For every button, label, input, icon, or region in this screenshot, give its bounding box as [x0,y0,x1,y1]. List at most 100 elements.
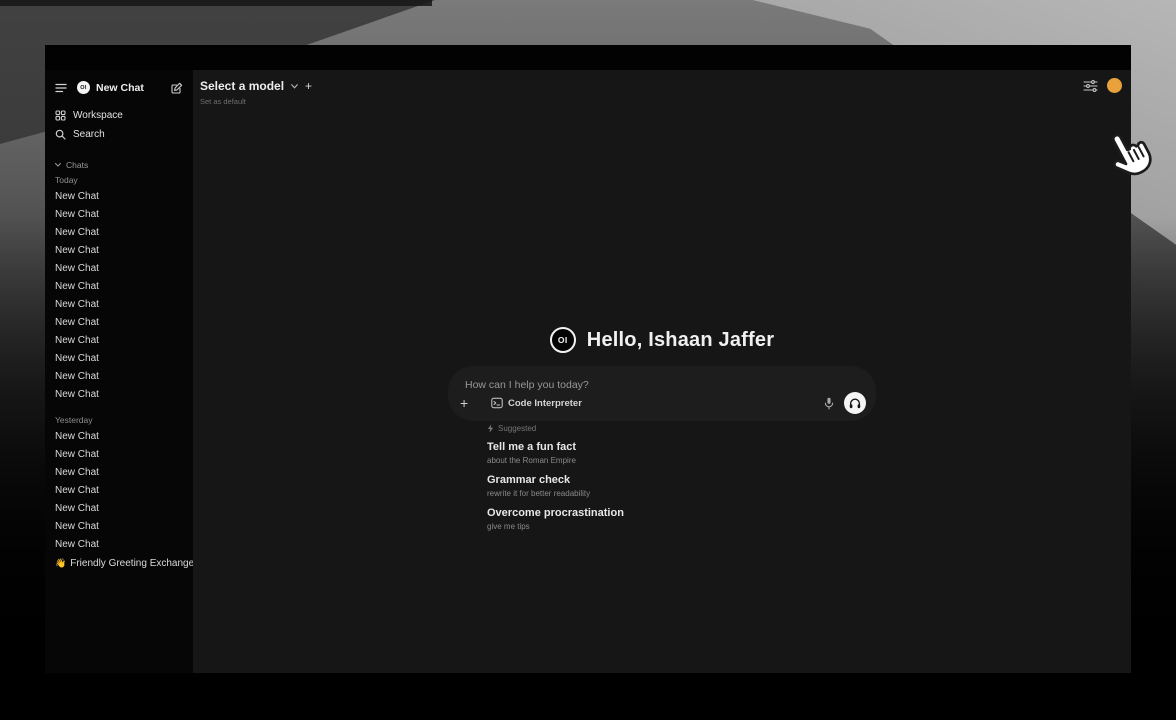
bolt-icon [487,424,494,433]
sidebar-toggle-icon[interactable] [55,83,67,93]
chat-item-label: New Chat [55,485,99,496]
suggested-prompt-subtitle: about the Roman Empire [487,456,847,465]
chat-item[interactable]: New Chat [55,350,183,368]
chat-group-yesterday: Yesterday New Chat New Chat New Chat New… [55,412,183,554]
chat-item-label: New Chat [55,353,99,364]
chat-item-label: New Chat [55,227,99,238]
chat-item-label: New Chat [55,521,99,532]
sidebar-title: New Chat [96,82,144,94]
new-chat-icon[interactable] [171,82,183,94]
attach-button[interactable]: + [460,396,474,410]
chat-item[interactable]: New Chat [55,314,183,332]
chat-item-label: New Chat [55,245,99,256]
suggested-prompt-title: Overcome procrastination [487,507,847,520]
chat-group-label: Today [55,172,183,188]
greeting-block: OI Hello, Ishaan Jaffer [193,327,1131,353]
wave-emoji-icon: 👋 [55,558,66,569]
chat-item-label: New Chat [55,263,99,274]
chat-item[interactable]: New Chat [55,428,183,446]
chat-item-label: New Chat [55,539,99,550]
model-selector-block: Select a model + Set as default [200,79,312,106]
suggested-prompt-list: Tell me a fun fact about the Roman Empir… [487,441,847,531]
code-interpreter-icon [491,397,503,409]
suggested-label: Suggested [498,424,536,433]
composer-placeholder[interactable]: How can I help you today? [449,367,875,391]
code-interpreter-toggle[interactable]: Code Interpreter [491,397,582,409]
workspace-grid-icon [55,110,66,121]
sidebar-item-label: Search [73,129,105,140]
suggested-prompt[interactable]: Overcome procrastination give me tips [487,507,847,531]
app-logo-icon: OI [77,81,90,94]
chat-group-today: Today New Chat New Chat New Chat New Cha… [55,172,183,404]
chat-item[interactable]: New Chat [55,206,183,224]
suggested-prompt-subtitle: rewrite it for better readability [487,489,847,498]
greeting-text: Hello, Ishaan Jaffer [587,329,774,352]
chat-item-label: New Chat [55,371,99,382]
message-composer[interactable]: How can I help you today? + Code Interpr… [449,367,875,420]
chat-item-label: New Chat [55,335,99,346]
headphones-icon [849,398,861,409]
composer-controls: + Code Interpreter [460,392,866,414]
sidebar: OI New Chat Workspace [45,70,193,673]
chat-item[interactable]: New Chat [55,368,183,386]
model-selector[interactable]: Select a model [200,79,284,93]
set-default-link[interactable]: Set as default [200,97,312,106]
chat-item-label: New Chat [55,449,99,460]
chat-item-label: New Chat [55,431,99,442]
chat-item[interactable]: New Chat [55,332,183,350]
desktop-background: OI New Chat Workspace [0,0,1176,720]
window-top-strip [45,45,1131,70]
user-avatar[interactable] [1107,78,1122,93]
chat-item-label: New Chat [55,209,99,220]
chat-item[interactable]: New Chat [55,536,183,554]
app-logo-icon: OI [550,327,576,353]
chat-item-label: New Chat [55,467,99,478]
chat-item-label: New Chat [55,281,99,292]
suggested-prompt-subtitle: give me tips [487,522,847,531]
chat-item[interactable]: New Chat [55,482,183,500]
chat-item-label: New Chat [55,299,99,310]
chat-item[interactable]: New Chat [55,464,183,482]
suggested-section: Suggested Tell me a fun fact about the R… [487,423,847,531]
chat-item[interactable]: New Chat [55,224,183,242]
chat-item-label: New Chat [55,503,99,514]
chat-group-label: Yesterday [55,412,183,428]
chat-item[interactable]: New Chat [55,296,183,314]
suggested-prompt-title: Grammar check [487,474,847,487]
sidebar-header: OI New Chat [55,77,183,98]
chat-list-today: New Chat New Chat New Chat New Chat New … [55,188,183,404]
chevron-down-icon[interactable] [291,84,298,89]
sidebar-item-search[interactable]: Search [55,125,183,144]
microphone-icon[interactable] [824,397,834,410]
sidebar-item-label: Workspace [73,110,123,121]
suggested-prompt-title: Tell me a fun fact [487,441,847,454]
chat-item-label: New Chat [55,191,99,202]
app-window: OI New Chat Workspace [45,45,1131,673]
suggested-prompt[interactable]: Tell me a fun fact about the Roman Empir… [487,441,847,465]
voice-call-button[interactable] [844,392,866,414]
main-area: Select a model + Set as default [193,70,1131,673]
chat-item[interactable]: New Chat [55,242,183,260]
chat-item[interactable]: New Chat [55,500,183,518]
chat-item[interactable]: New Chat [55,188,183,206]
chat-item-friendly-greeting[interactable]: 👋 Friendly Greeting Exchange [55,554,183,572]
chat-item-label: Friendly Greeting Exchange [70,558,194,569]
chevron-down-icon [55,163,61,167]
chat-controls-icon[interactable] [1083,80,1098,92]
chats-section-label: Chats [66,160,88,170]
topbar-actions [1083,78,1122,93]
code-interpreter-label: Code Interpreter [508,398,582,409]
search-icon [55,129,66,140]
chat-item[interactable]: New Chat [55,260,183,278]
chat-item[interactable]: New Chat [55,386,183,404]
chat-list-yesterday: New Chat New Chat New Chat New Chat New … [55,428,183,554]
chat-item[interactable]: New Chat [55,278,183,296]
chat-item-label: New Chat [55,389,99,400]
suggested-prompt[interactable]: Grammar check rewrite it for better read… [487,474,847,498]
sidebar-item-workspace[interactable]: Workspace [55,106,183,125]
add-model-button[interactable]: + [305,79,312,93]
chats-section-toggle[interactable]: Chats [55,157,183,172]
chat-item[interactable]: New Chat [55,518,183,536]
chat-item-label: New Chat [55,317,99,328]
chat-item[interactable]: New Chat [55,446,183,464]
